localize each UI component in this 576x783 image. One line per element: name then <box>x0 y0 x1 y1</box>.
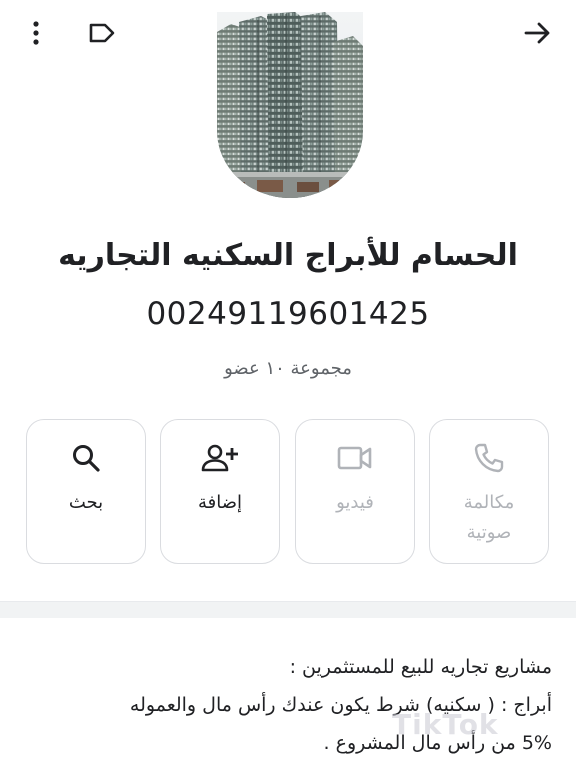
video-call-button[interactable]: فيديو <box>295 419 415 564</box>
voice-call-button[interactable]: مكالمة صوتية <box>429 419 549 564</box>
group-phone: 00249119601425 <box>146 296 430 332</box>
label-icon <box>89 23 115 43</box>
description-line: مشاريع تجاريه للبيع للمستثمرين : <box>289 656 552 678</box>
search-icon <box>73 445 100 472</box>
videocam-icon <box>337 446 372 470</box>
tiktok-watermark: TikTok <box>392 708 499 741</box>
add-member-button[interactable]: إضافة <box>160 419 280 564</box>
more-options-button[interactable] <box>16 13 56 53</box>
group-name: الحسام للأبراج السكنيه التجاريه <box>58 238 518 273</box>
back-button[interactable] <box>518 13 558 53</box>
label-button[interactable] <box>82 13 122 53</box>
search-button[interactable]: بحث <box>26 419 146 564</box>
group-info-page: الحسام للأبراج السكنيه التجاريه 00249119… <box>0 0 576 783</box>
call-label-line2: صوتية <box>466 522 512 543</box>
person-add-icon <box>201 444 238 472</box>
section-divider <box>0 601 576 618</box>
group-description: مشاريع تجاريه للبيع للمستثمرين : أبراج :… <box>20 648 552 762</box>
call-label: مكالمة صوتية <box>436 488 542 548</box>
towers-image <box>217 12 363 198</box>
call-label-line1: مكالمة <box>463 492 515 513</box>
action-buttons: بحث إضافة فيديو مكالمة صوتية <box>26 419 550 566</box>
member-count: مجموعة ١٠ عضو <box>224 358 352 379</box>
more-vert-icon <box>33 21 39 45</box>
add-label: إضافة <box>197 492 243 513</box>
group-avatar[interactable] <box>217 12 363 198</box>
search-label: بحث <box>68 492 104 513</box>
phone-icon <box>474 443 504 473</box>
video-label: فيديو <box>336 492 374 513</box>
arrow-forward-icon <box>524 22 550 44</box>
